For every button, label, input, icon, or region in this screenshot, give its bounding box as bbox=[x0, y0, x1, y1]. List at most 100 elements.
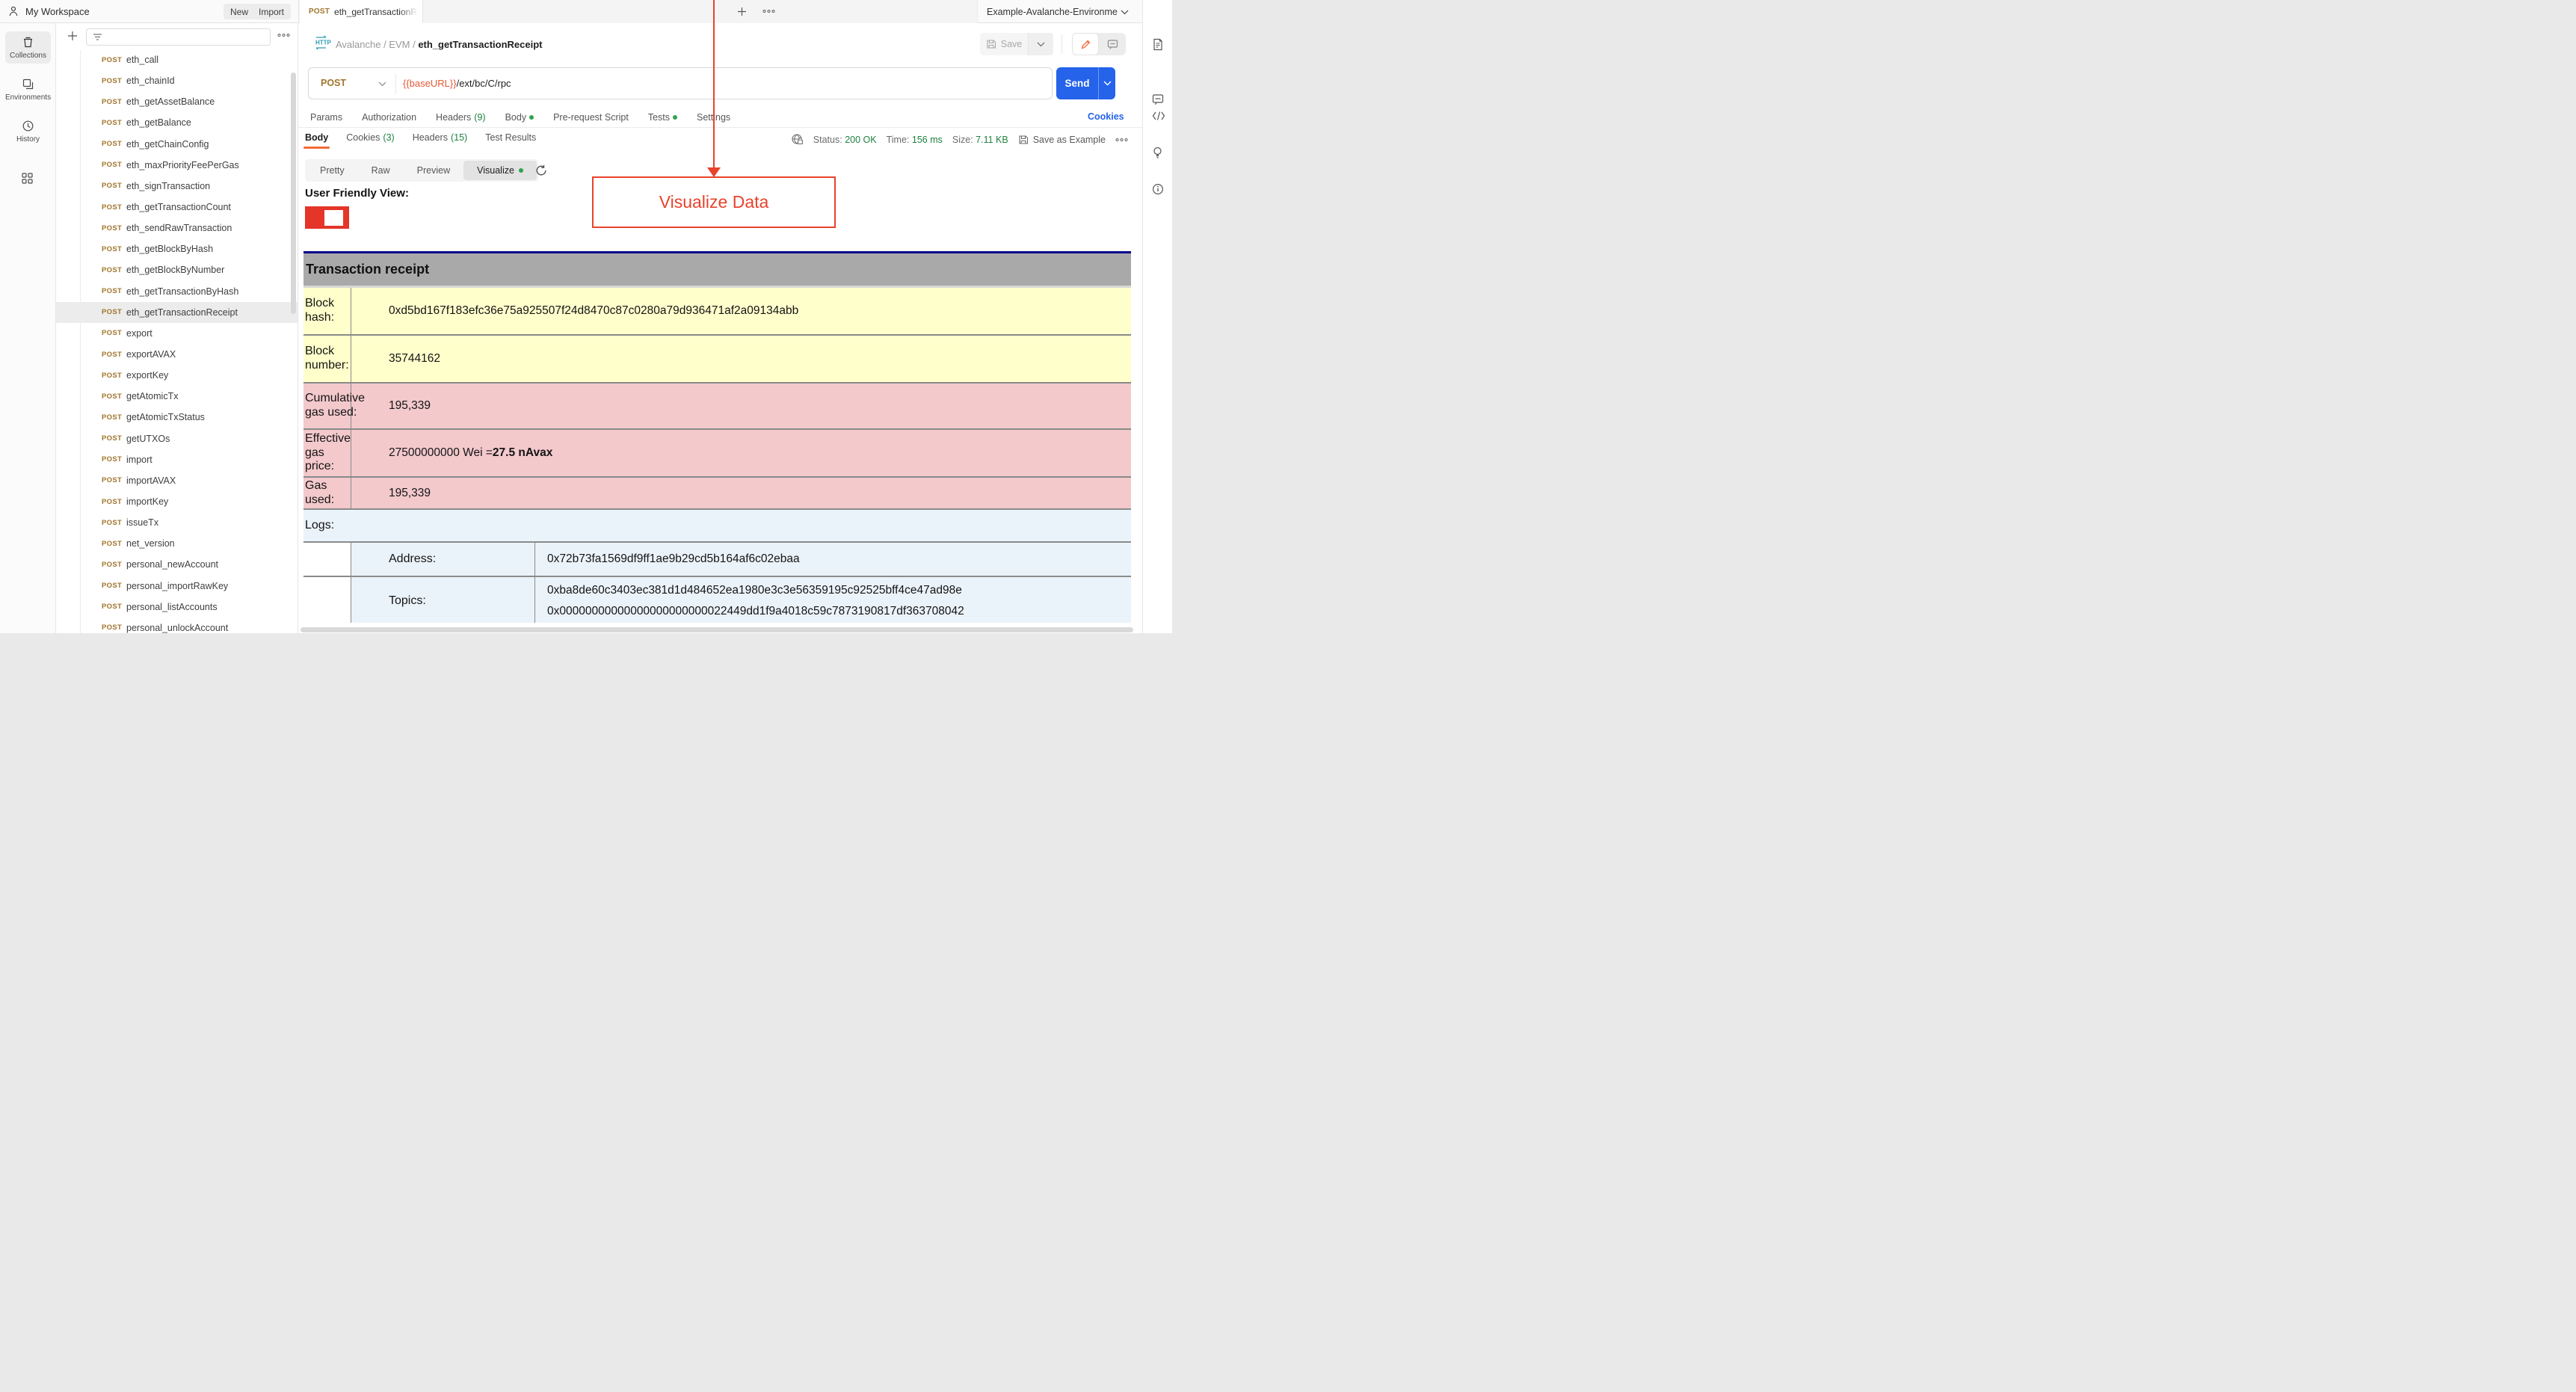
request-name: getUTXOs bbox=[126, 433, 170, 444]
row-label-cell: Cumulative gas used: bbox=[303, 384, 365, 428]
sidebar-item-personal_unlockAccount[interactable]: POST personal_unlockAccount bbox=[56, 618, 298, 633]
add-tab-icon[interactable] bbox=[736, 6, 748, 17]
workspace-title: My Workspace bbox=[25, 5, 90, 17]
lightbulb-icon[interactable] bbox=[1152, 147, 1163, 159]
sidebar-options-icon[interactable] bbox=[277, 33, 290, 37]
horizontal-scrollbar[interactable] bbox=[301, 627, 1133, 632]
sidebar-item-issueTx[interactable]: POST issueTx bbox=[56, 512, 298, 533]
sidebar-item-eth_getTransactionCount[interactable]: POST eth_getTransactionCount bbox=[56, 197, 298, 218]
sidebar-item-history[interactable]: History bbox=[5, 115, 51, 147]
sidebar-item-eth_getAssetBalance[interactable]: POST eth_getAssetBalance bbox=[56, 91, 298, 112]
request-tab[interactable]: POST eth_getTransactionRece bbox=[300, 0, 423, 23]
request-name: exportAVAX bbox=[126, 349, 176, 360]
sidebar-item-personal_listAccounts[interactable]: POST personal_listAccounts bbox=[56, 597, 298, 618]
sidebar-item-collections[interactable]: Collections bbox=[5, 31, 51, 64]
info-icon[interactable] bbox=[1152, 183, 1164, 195]
sidebar-item-personal_newAccount[interactable]: POST personal_newAccount bbox=[56, 554, 298, 575]
sidebar-item-eth_getBlockByNumber[interactable]: POST eth_getBlockByNumber bbox=[56, 259, 298, 280]
sidebar-item-eth_sendRawTransaction[interactable]: POST eth_sendRawTransaction bbox=[56, 218, 298, 238]
view-tab-raw[interactable]: Raw bbox=[358, 161, 404, 180]
response-options-icon[interactable] bbox=[1115, 138, 1128, 142]
sidebar-item-eth_signTransaction[interactable]: POST eth_signTransaction bbox=[56, 176, 298, 197]
user-friendly-view-heading: User Friendly View: bbox=[305, 187, 409, 200]
breadcrumb[interactable]: Avalanche / EVM / eth_getTransactionRece… bbox=[336, 39, 542, 50]
method-badge: POST bbox=[102, 413, 123, 422]
documentation-icon[interactable] bbox=[1152, 38, 1164, 51]
response-tab-cookies[interactable]: Cookies (3) bbox=[346, 132, 394, 149]
time-value: 156 ms bbox=[911, 134, 943, 145]
sidebar-item-export[interactable]: POST export bbox=[56, 323, 298, 344]
sidebar-item-eth_getChainConfig[interactable]: POST eth_getChainConfig bbox=[56, 134, 298, 155]
import-button[interactable]: Import bbox=[252, 4, 292, 19]
sidebar-scrollbar[interactable] bbox=[291, 73, 296, 314]
response-tab-test-results[interactable]: Test Results bbox=[485, 132, 536, 149]
request-list: POST eth_call POST eth_chainId POST eth_getAs… bbox=[56, 49, 298, 633]
sidebar-item-getAtomicTx[interactable]: POST getAtomicTx bbox=[56, 386, 298, 407]
divider bbox=[395, 74, 396, 94]
cookies-link[interactable]: Cookies bbox=[1088, 111, 1124, 122]
tab-options-icon[interactable] bbox=[762, 9, 775, 13]
globe-lock-icon[interactable] bbox=[791, 133, 804, 146]
chevron-down-icon bbox=[1121, 10, 1129, 15]
row-value-cell: 35744162 bbox=[389, 352, 440, 365]
sidebar-item-importKey[interactable]: POST importKey bbox=[56, 491, 298, 512]
view-tab-preview[interactable]: Preview bbox=[404, 161, 463, 180]
sidebar-item-eth_getBalance[interactable]: POST eth_getBalance bbox=[56, 112, 298, 133]
sidebar-item-eth_getBlockByHash[interactable]: POST eth_getBlockByHash bbox=[56, 238, 298, 259]
comments-icon[interactable] bbox=[1152, 93, 1164, 105]
code-snippet-icon[interactable] bbox=[1152, 111, 1165, 121]
method-chevron-icon[interactable] bbox=[378, 81, 386, 87]
sidebar-item-exportAVAX[interactable]: POST exportAVAX bbox=[56, 344, 298, 365]
request-tab-body[interactable]: Body bbox=[505, 112, 534, 123]
environment-name: Example-Avalanche-Environme bbox=[987, 7, 1118, 17]
save-as-example-button[interactable]: Save as Example bbox=[1018, 135, 1106, 145]
sidebar-item-personal_importRawKey[interactable]: POST personal_importRawKey bbox=[56, 576, 298, 597]
sidebar-item-getAtomicTxStatus[interactable]: POST getAtomicTxStatus bbox=[56, 407, 298, 428]
view-tab-pretty[interactable]: Pretty bbox=[306, 161, 358, 180]
sidebar-filter-input[interactable] bbox=[86, 28, 271, 46]
edit-mode-button[interactable] bbox=[1072, 33, 1099, 55]
edit-mode-toggle bbox=[1072, 33, 1126, 55]
request-tab-authorization[interactable]: Authorization bbox=[362, 112, 416, 123]
url-input[interactable]: {{baseURL}}/ext/bc/C/rpc bbox=[403, 78, 511, 89]
refresh-icon[interactable] bbox=[535, 164, 547, 176]
save-button[interactable]: Save bbox=[980, 33, 1028, 55]
environments-label: Environments bbox=[4, 93, 52, 102]
request-tab-pre-request-script[interactable]: Pre-request Script bbox=[553, 112, 629, 123]
request-tab-tests[interactable]: Tests bbox=[648, 112, 677, 123]
new-collection-icon[interactable] bbox=[67, 30, 78, 42]
status-pair: Status: 200 OK bbox=[813, 134, 877, 145]
response-tab-headers[interactable]: Headers (15) bbox=[413, 132, 467, 149]
more-panels-icon[interactable] bbox=[21, 172, 34, 185]
sidebar-item-import[interactable]: POST import bbox=[56, 449, 298, 470]
request-tab-headers[interactable]: Headers (9) bbox=[436, 112, 486, 123]
sidebar-item-exportKey[interactable]: POST exportKey bbox=[56, 365, 298, 386]
sidebar-item-net_version[interactable]: POST net_version bbox=[56, 533, 298, 554]
log-detail-row: Address: 0x72b73fa1569df9ff1ae9b29cd5b164… bbox=[303, 543, 1131, 576]
sidebar-item-getUTXOs[interactable]: POST getUTXOs bbox=[56, 428, 298, 449]
environment-selector[interactable]: Example-Avalanche-Environme bbox=[977, 0, 1142, 23]
comment-mode-button[interactable] bbox=[1099, 33, 1126, 55]
request-tab-params[interactable]: Params bbox=[310, 112, 342, 123]
sidebar-item-environments[interactable]: Environments bbox=[5, 73, 51, 105]
sidebar-item-eth_getTransactionReceipt[interactable]: POST eth_getTransactionReceipt bbox=[56, 301, 298, 323]
request-name: import bbox=[126, 454, 152, 465]
sidebar-item-importAVAX[interactable]: POST importAVAX bbox=[56, 470, 298, 491]
collections-sidebar: POST eth_call POST eth_chainId POST eth_getAs… bbox=[56, 23, 298, 633]
sidebar-item-eth_chainId[interactable]: POST eth_chainId bbox=[56, 70, 298, 91]
history-icon bbox=[22, 120, 34, 132]
sidebar-item-eth_maxPriorityFeePerGas[interactable]: POST eth_maxPriorityFeePerGas bbox=[56, 155, 298, 176]
method-selector[interactable]: POST bbox=[321, 78, 346, 88]
response-tab-body[interactable]: Body bbox=[303, 132, 330, 149]
save-options-chevron-icon[interactable] bbox=[1028, 33, 1053, 55]
workspace-switcher[interactable]: My Workspace bbox=[7, 5, 90, 17]
sidebar-item-eth_getTransactionByHash[interactable]: POST eth_getTransactionByHash bbox=[56, 281, 298, 302]
send-button[interactable]: Send bbox=[1056, 67, 1115, 99]
breadcrumb-parents[interactable]: Avalanche / EVM / bbox=[336, 39, 418, 50]
sidebar-item-eth_call[interactable]: POST eth_call bbox=[56, 49, 298, 70]
new-button[interactable]: New bbox=[224, 4, 256, 19]
tab-strip: POST eth_getTransactionRece bbox=[298, 0, 977, 23]
user-friendly-view-checkbox[interactable] bbox=[305, 206, 349, 229]
view-tab-visualize[interactable]: Visualize bbox=[463, 161, 537, 180]
send-options-chevron-icon[interactable] bbox=[1098, 67, 1115, 99]
